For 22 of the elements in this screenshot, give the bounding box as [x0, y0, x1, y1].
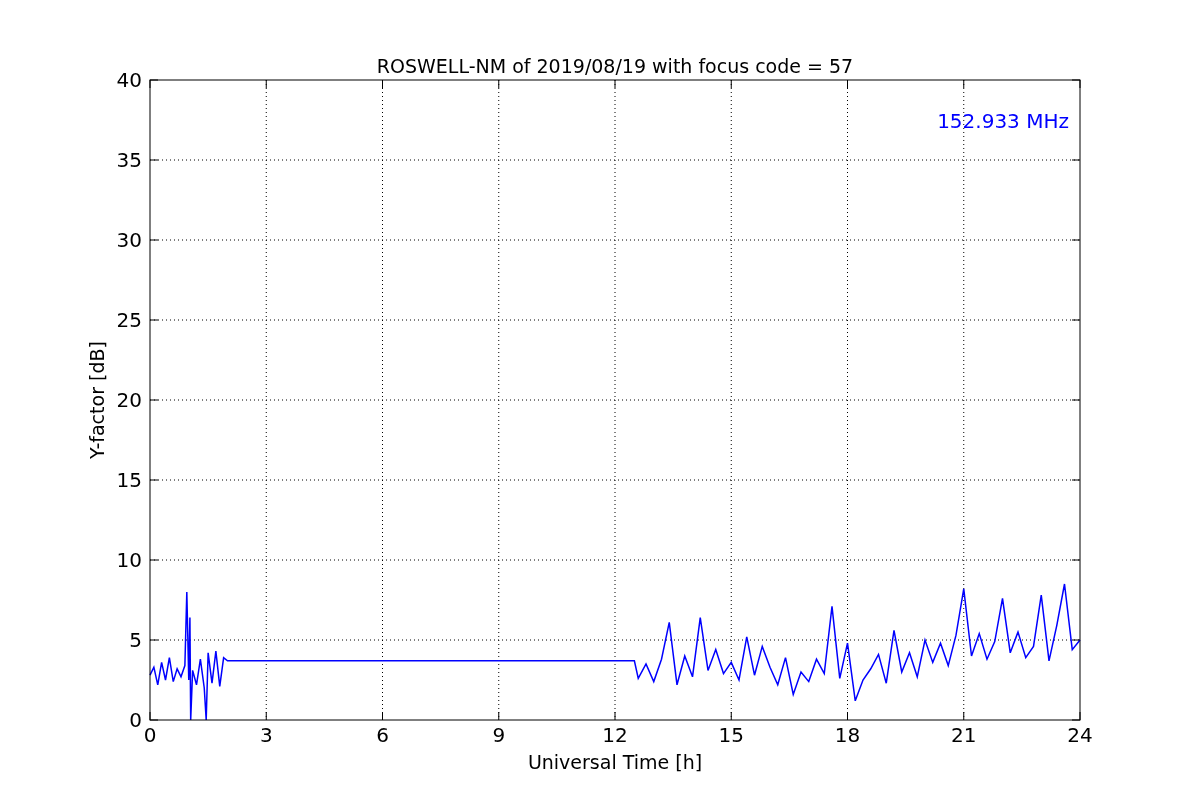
x-tick-label: 0 — [143, 723, 157, 747]
y-tick-label: 30 — [116, 228, 142, 252]
y-tick-label: 10 — [116, 548, 142, 572]
x-axis-label: Universal Time [h] — [527, 751, 703, 773]
x-tick-label: 24 — [1067, 723, 1093, 747]
x-tick-label: 12 — [602, 723, 628, 747]
x-tick-label: 21 — [951, 723, 977, 747]
y-tick-label: 25 — [116, 308, 142, 332]
chart-title: ROSWELL-NM of 2019/08/19 with focus code = 57 — [376, 55, 854, 77]
x-tick-label: 15 — [718, 723, 744, 747]
y-tick-label: 40 — [116, 68, 142, 92]
y-axis-label: Y-factor [dB] — [86, 341, 108, 459]
x-tick-label: 3 — [259, 723, 273, 747]
y-tick-label: 5 — [129, 628, 142, 652]
frequency-label: 152.933 MHz — [937, 109, 1069, 133]
x-tick-label: 6 — [376, 723, 389, 747]
y-tick-label: 0 — [129, 708, 142, 732]
y-tick-label: 35 — [116, 148, 142, 172]
y-tick-label: 20 — [116, 388, 142, 412]
x-tick-label: 18 — [834, 723, 861, 747]
x-tick-label: 9 — [492, 723, 506, 747]
y-tick-label: 15 — [116, 468, 142, 492]
